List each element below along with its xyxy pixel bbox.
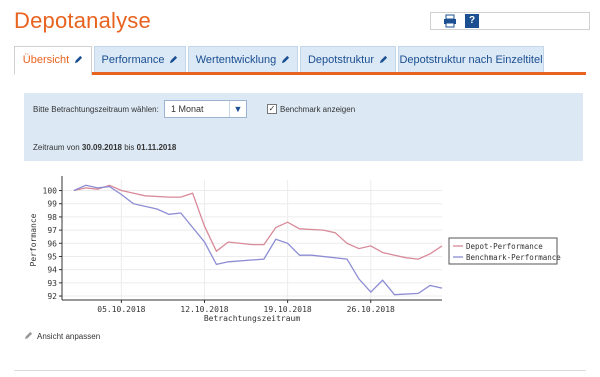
pencil-icon [75,55,83,64]
y-tick-label: 96 [47,239,57,248]
tab-wertentwicklung[interactable]: Wertentwicklung [188,46,298,72]
printer-icon[interactable] [443,14,457,28]
divider [14,370,586,371]
range-mid: bis [124,143,135,152]
benchmark-checkbox[interactable]: ✓ [267,104,277,114]
x-tick-label: 05.10.2018 [97,305,145,314]
y-tick-label: 92 [47,292,57,301]
tab-uebersicht[interactable]: Übersicht [14,46,92,75]
tab-bar: Übersicht Performance Wertentwicklung De… [14,46,586,75]
tab-performance[interactable]: Performance [94,46,186,72]
y-tick-label: 99 [47,200,57,209]
range-from: 30.09.2018 [81,143,122,152]
customize-label: Ansicht anpassen [37,332,101,341]
legend-label: Depot-Performance [466,242,543,251]
date-range: Zeitraum von 30.09.2018 bis 01.11.2018 [33,143,176,152]
y-tick-label: 94 [47,266,57,275]
x-axis-label: Betrachtungszeitraum [204,314,301,323]
benchmark-label: Benchmark anzeigen [280,105,356,114]
tab-label: Performance [101,54,165,66]
y-tick-label: 97 [47,226,57,235]
tab-depotstruktur[interactable]: Depotstruktur [300,46,396,72]
filter-panel: Bitte Betrachtungszeitraum wählen: 1 Mon… [24,93,583,161]
y-tick-label: 100 [43,187,58,196]
y-tick-label: 98 [47,213,57,222]
pencil-icon [24,331,33,340]
range-to: 01.11.2018 [136,143,177,152]
tab-label: Wertentwicklung [195,54,277,66]
x-tick-label: 12.10.2018 [180,305,228,314]
x-tick-label: 19.10.2018 [264,305,312,314]
page-title: Depotanalyse [14,8,151,33]
performance-chart: 92 93 94 95 96 97 98 99 100 05.10.2018 12.10.2018 1… [29,176,561,323]
y-tick-label: 93 [47,279,57,288]
pencil-icon [170,55,178,64]
tab-label: Depotstruktur nach Einzeltitel [399,54,543,66]
pencil-icon [379,55,388,64]
series-line-1 [73,184,443,260]
chevron-down-icon: ▼ [229,101,246,117]
period-select[interactable]: 1 Monat ▼ [164,100,247,118]
y-tick-label: 95 [47,252,57,261]
range-prefix: Zeitraum von [33,143,80,152]
pencil-icon [282,55,290,64]
tab-label: Übersicht [22,54,70,66]
period-select-value: 1 Monat [171,104,204,114]
series-line-2 [73,184,443,296]
tab-label: Depotstruktur [307,54,375,66]
help-icon[interactable]: ? [465,14,479,28]
toolbar: ? [430,12,590,30]
x-tick-label: 26.10.2018 [347,305,395,314]
customize-view-link[interactable]: Ansicht anpassen [24,331,100,341]
legend-label: Benchmark-Performance [466,253,561,262]
period-label: Bitte Betrachtungszeitraum wählen: [33,105,159,114]
tab-depotstruktur-einzeltitel[interactable]: Depotstruktur nach Einzeltitel [398,46,544,72]
y-axis-label: Performance [29,213,38,266]
